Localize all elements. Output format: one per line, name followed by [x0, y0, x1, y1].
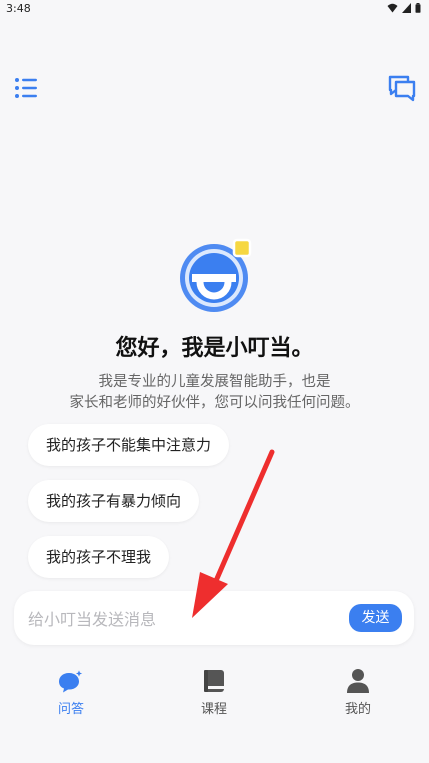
nav-item-mine[interactable]: 我的	[318, 662, 398, 717]
intro-line-1: 我是专业的儿童发展智能助手，也是	[98, 374, 331, 390]
signal-icon	[402, 3, 411, 13]
chat-bubbles-icon	[388, 75, 416, 102]
assistant-logo	[178, 238, 254, 314]
nav-label-mine: 我的	[344, 702, 371, 717]
menu-button[interactable]	[12, 76, 40, 100]
suggestion-chip[interactable]: 我的孩子有暴力倾向	[28, 480, 200, 522]
message-input[interactable]	[26, 603, 340, 635]
nav-label-course: 课程	[200, 702, 227, 717]
assistant-intro: 我是专业的儿童发展智能助手，也是 家长和老师的好伙伴，您可以问我任何问题。	[40, 372, 389, 414]
conversations-button[interactable]	[387, 74, 417, 102]
list-icon	[15, 78, 37, 98]
greeting-title: 您好，我是小叮当。	[115, 336, 314, 361]
chat-sparkle-icon	[59, 668, 84, 693]
wifi-icon	[387, 3, 398, 13]
intro-line-2: 家长和老师的好伙伴，您可以问我任何问题。	[69, 395, 360, 411]
send-button[interactable]: 发送	[349, 604, 402, 632]
nav-item-course[interactable]: 课程	[174, 662, 254, 717]
assistant-logo-icon	[180, 238, 252, 312]
book-icon	[204, 670, 224, 692]
app-screen: 3:48 您好，我是小叮当。 我是专业的儿童发展智能助手，也是 家长和老师的好伙…	[0, 0, 429, 763]
person-icon	[347, 669, 369, 693]
suggestion-chip[interactable]: 我的孩子不能集中注意力	[28, 424, 230, 466]
status-time: 3:48	[6, 2, 31, 15]
suggestion-chip[interactable]: 我的孩子不理我	[28, 536, 170, 578]
nav-item-qa[interactable]: 问答	[31, 662, 111, 717]
status-icons	[387, 3, 421, 13]
bottom-nav: 问答 课程 我的	[0, 662, 429, 722]
battery-icon	[415, 3, 421, 13]
nav-label-qa: 问答	[57, 702, 84, 717]
message-input-bar: 发送	[14, 591, 414, 645]
status-bar: 3:48	[0, 0, 429, 18]
